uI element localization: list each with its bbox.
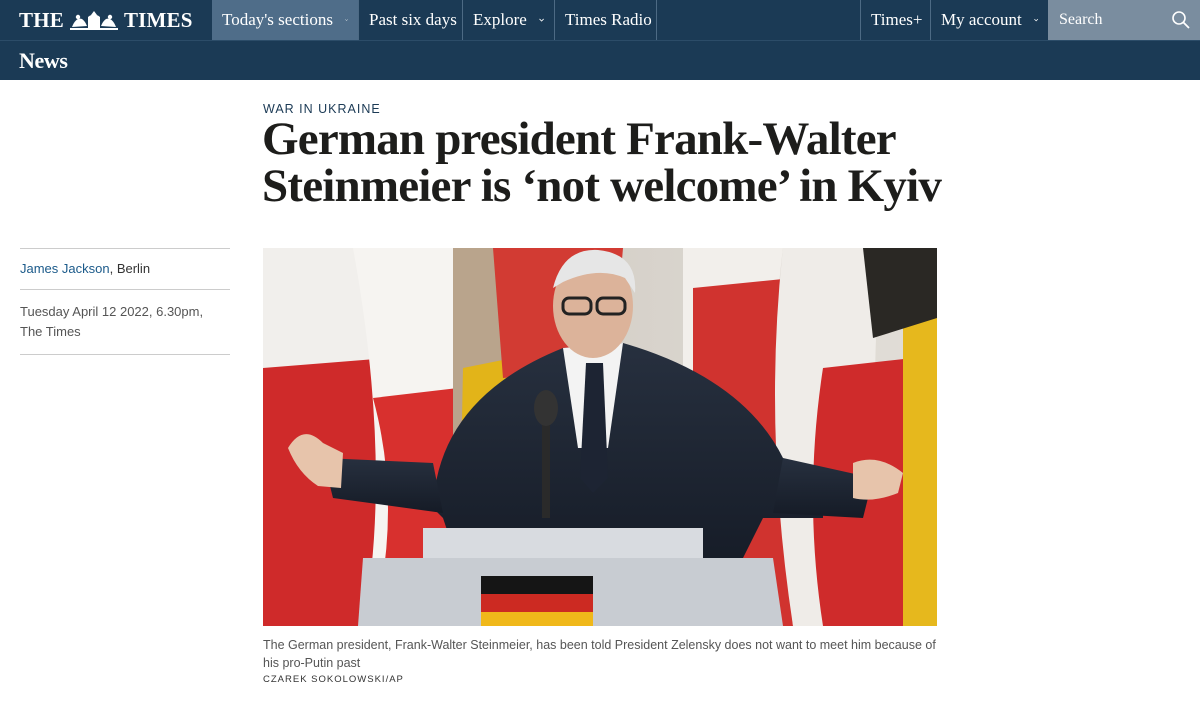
article-meta-sidebar: James Jackson, Berlin Tuesday April 12 2… [20,248,230,355]
publish-date: Tuesday April 12 2022, 6.30pm, [20,304,204,319]
nav-times-plus[interactable]: Times+ [860,0,931,40]
nav-explore-label: Explore [473,10,527,29]
search-field[interactable]: Search [1048,0,1200,40]
lead-photo-illustration [263,248,937,626]
photo-credit: CZAREK SOKOLOWSKI/AP [263,674,404,685]
publication-name: The Times [20,324,81,339]
divider [20,354,230,355]
nav-my-account[interactable]: My account [931,0,1048,40]
chevron-down-icon [1033,18,1038,22]
masthead: THE TIMES Today's sections Past six days… [0,0,1200,40]
chevron-down-icon [539,18,544,22]
nav-explore[interactable]: Explore [463,0,555,40]
search-placeholder: Search [1059,11,1103,28]
chevron-down-icon [345,19,348,21]
nav-past-six-days[interactable]: Past six days [359,0,463,40]
nav-times-plus-label: Times+ [871,10,923,29]
byline: James Jackson, Berlin [20,249,230,289]
royal-crest-icon [69,11,118,30]
nav-times-radio-label: Times Radio [565,10,652,29]
nav-my-account-label: My account [941,10,1022,29]
section-bar: News [0,40,1200,80]
logo-word-the: THE [19,7,64,32]
dateline: Tuesday April 12 2022, 6.30pm, The Times [20,290,230,354]
lead-photo [263,248,937,626]
nav-times-radio[interactable]: Times Radio [555,0,657,40]
magnifier-icon[interactable] [1171,10,1191,30]
byline-location: , Berlin [109,261,151,276]
photo-caption: The German president, Frank-Walter Stein… [263,638,936,670]
nav-todays-sections[interactable]: Today's sections [212,0,359,40]
author-link[interactable]: James Jackson [20,261,110,276]
times-logo[interactable]: THE TIMES [0,0,212,40]
logo-word-times: TIMES [123,7,193,32]
nav-past-six-days-label: Past six days [369,10,457,29]
nav-todays-sections-label: Today's sections [222,10,333,29]
article-headline: German president Frank-Walter Steinmeier… [262,113,942,212]
section-title-link[interactable]: News [19,48,68,74]
